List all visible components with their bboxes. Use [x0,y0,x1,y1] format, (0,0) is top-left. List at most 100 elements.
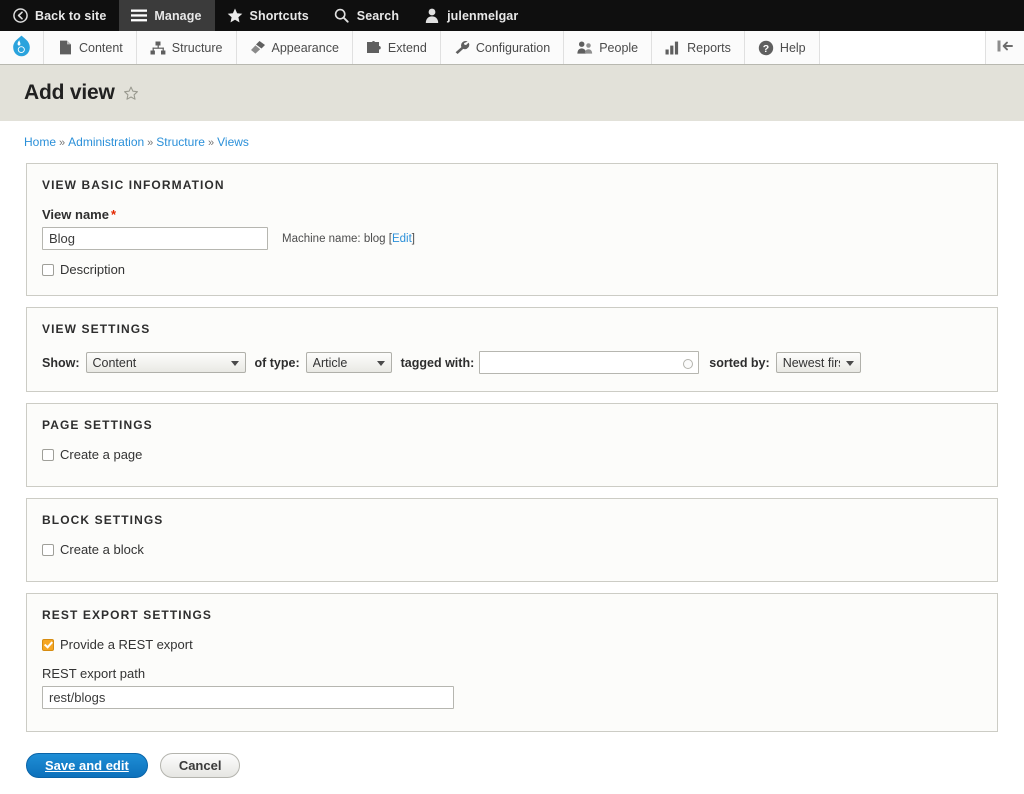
toolbar-item-shortcuts[interactable]: Shortcuts [215,0,322,31]
question-mark-icon: ? [758,40,774,56]
toolbar-item-manage[interactable]: Manage [119,0,215,31]
structure-icon [150,40,166,56]
rest-export-path-group: REST export path [42,666,982,709]
people-icon [577,40,593,56]
toolbar-label-search: Search [356,8,400,23]
admin-menu-item-people[interactable]: People [564,31,653,64]
type-select-wrapper: Article [305,352,392,373]
puzzle-icon [366,40,382,56]
section-title-page-settings: Page settings [42,418,153,432]
admin-menu-label-configuration: Configuration [475,40,551,55]
section-page-settings: Page settings Create a page [26,403,998,487]
breadcrumb-item-views[interactable]: Views [217,135,249,149]
star-icon [227,8,243,24]
view-name-label: View name * [42,207,982,222]
star-outline-icon[interactable] [123,86,139,102]
admin-menu-item-configuration[interactable]: Configuration [440,31,565,64]
machine-name-suffix: ] [411,232,415,245]
toolbar-item-back-to-site[interactable]: Back to site [0,0,119,31]
view-name-row: Machine name: blog [Edit] [42,227,982,250]
provide-rest-export-checkbox[interactable] [42,638,54,651]
admin-menu-item-help[interactable]: ? Help [744,31,820,64]
collapse-toolbar-icon [996,39,1014,56]
breadcrumb-separator: » [207,137,215,149]
admin-menu-label-appearance: Appearance [271,40,339,55]
admin-menu-label-help: Help [779,40,806,55]
cancel-button[interactable]: Cancel [159,753,241,778]
admin-menu-item-extend[interactable]: Extend [352,31,441,64]
view-name-input[interactable] [42,227,268,250]
tagged-with-wrapper [479,351,700,374]
create-block-checkbox[interactable] [42,543,54,556]
save-and-edit-button[interactable]: Save and edit [26,753,148,778]
admin-menu-item-appearance[interactable]: Appearance [236,31,353,64]
add-view-form: View basic information View name* Machin… [0,149,1024,732]
rest-export-path-label: REST export path [42,666,146,681]
page-header-band: Add view [0,65,1024,121]
machine-name-prefix: Machine name: blog [ [282,232,392,245]
svg-text:?: ? [763,42,769,54]
rest-export-path-input[interactable] [42,686,454,709]
breadcrumb-item-home[interactable]: Home [24,135,56,149]
admin-menu-label-extend: Extend [387,40,427,55]
show-select[interactable]: Content [85,352,246,373]
toolbar-label-shortcuts: Shortcuts [249,8,309,23]
admin-menu-label-reports: Reports [687,40,731,55]
of-type-label: of type: [254,355,300,370]
toolbar-label-username: julenmelgar [447,8,519,23]
view-settings-row: Show: Content of type: Article tagged wi… [42,351,982,374]
admin-menu-item-structure[interactable]: Structure [136,31,237,64]
machine-name-edit-link[interactable]: Edit [392,233,412,245]
drupal-logo-link[interactable] [0,31,44,64]
section-title-block-settings: Block settings [42,513,164,527]
view-name-label-text: View name [42,207,109,222]
admin-toolbar-top: Back to site Manage Shortcuts Search jul… [0,0,1024,31]
admin-menu-bar: Content Structure Appearance Extend Conf… [0,31,1024,65]
drupal-logo-icon [12,35,31,60]
type-select[interactable]: Article [305,352,392,373]
breadcrumb: Home» Administration» Structure» Views [0,121,1024,149]
section-block-settings: Block settings Create a block [26,498,998,582]
paintbrush-icon [250,40,266,56]
section-title-rest-export-settings: REST export settings [42,608,213,622]
toolbar-collapse-button[interactable] [986,31,1024,64]
provide-rest-export-row[interactable]: Provide a REST export [42,637,982,652]
provide-rest-export-label: Provide a REST export [60,637,193,652]
machine-name-display: Machine name: blog [Edit] [282,233,415,245]
tagged-with-input[interactable] [479,351,700,374]
admin-menu-label-structure: Structure [171,40,223,55]
toolbar-item-search[interactable]: Search [322,0,412,31]
show-select-wrapper: Content [85,352,246,373]
document-icon [57,40,73,56]
create-block-checkbox-row[interactable]: Create a block [42,542,982,557]
user-icon [424,8,440,24]
hamburger-icon [131,8,148,24]
toolbar-label-manage: Manage [154,8,202,23]
breadcrumb-item-administration[interactable]: Administration [68,135,144,149]
show-label: Show: [42,355,80,370]
admin-menu-spacer [819,31,986,64]
admin-menu-item-content[interactable]: Content [44,31,137,64]
admin-menu-item-reports[interactable]: Reports [652,31,745,64]
sorted-by-select-wrapper: Newest first [775,352,861,373]
tagged-with-label: tagged with: [400,355,475,370]
wrench-icon [454,40,470,56]
description-checkbox-row[interactable]: Description [42,262,982,277]
description-checkbox[interactable] [42,263,54,276]
admin-menu-label-content: Content [79,40,123,55]
create-page-checkbox[interactable] [42,448,54,461]
description-label: Description [60,262,126,277]
sorted-by-select[interactable]: Newest first [775,352,861,373]
page-title: Add view [24,81,115,104]
breadcrumb-separator: » [147,137,154,149]
create-page-checkbox-row[interactable]: Create a page [42,447,982,462]
section-view-basic-information: View basic information View name* Machin… [26,163,998,296]
breadcrumb-separator: » [59,137,66,149]
breadcrumb-item-structure[interactable]: Structure [156,135,205,149]
toolbar-item-user-account[interactable]: julenmelgar [412,0,531,31]
section-view-settings: View settings Show: Content of type: Art… [26,307,998,392]
create-block-label: Create a block [60,542,144,557]
bar-chart-icon [665,40,681,56]
section-title-view-settings: View settings [42,322,151,336]
back-arrow-icon [12,8,28,24]
